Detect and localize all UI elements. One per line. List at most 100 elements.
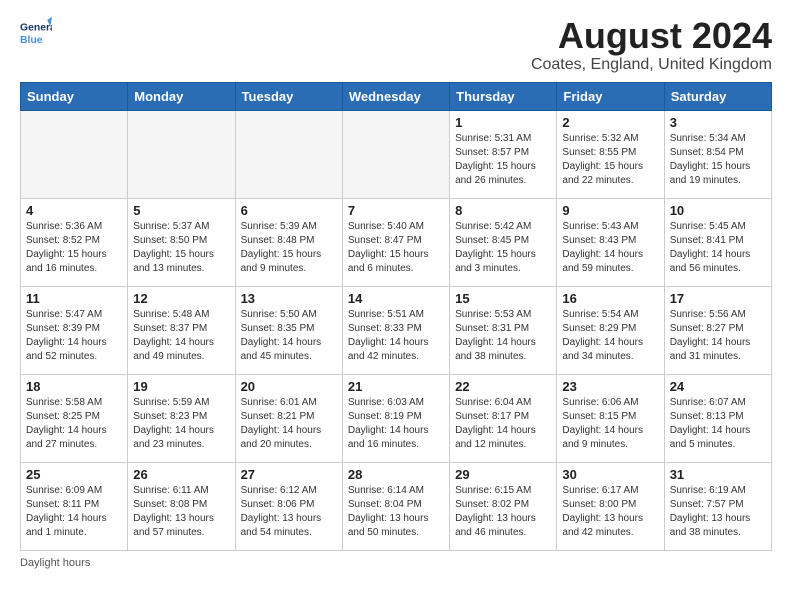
day-number: 5 bbox=[133, 203, 229, 218]
calendar-day-cell: 29Sunrise: 6:15 AM Sunset: 8:02 PM Dayli… bbox=[450, 462, 557, 550]
day-info: Sunrise: 5:42 AM Sunset: 8:45 PM Dayligh… bbox=[455, 220, 551, 276]
calendar-day-cell: 5Sunrise: 5:37 AM Sunset: 8:50 PM Daylig… bbox=[128, 198, 235, 286]
calendar-week-row: 18 Sunrise: 5:58 AM Sunset: 8:25 PM Dayli… bbox=[21, 374, 772, 462]
day-number: 17 bbox=[670, 291, 766, 306]
calendar-day-cell: 15Sunrise: 5:53 AM Sunset: 8:31 PM Dayli… bbox=[450, 286, 557, 374]
day-number: 1 bbox=[455, 115, 551, 130]
day-number: 11 bbox=[26, 291, 122, 306]
header: GeneralBlue August 2024 Coates, England,… bbox=[20, 16, 772, 74]
calendar-day-header: Monday bbox=[128, 82, 235, 110]
day-number: 18 bbox=[26, 379, 122, 394]
calendar-day-cell: 17 Sunrise: 5:56 AM Sunset: 8:27 PM Dayli… bbox=[664, 286, 771, 374]
day-number: 24 bbox=[670, 379, 766, 394]
calendar-week-row: 11 Sunrise: 5:47 AM Sunset: 8:39 PM Dayli… bbox=[21, 286, 772, 374]
day-number: 6 bbox=[241, 203, 337, 218]
day-info: Sunrise: 5:56 AM Sunset: 8:27 PM Dayligh… bbox=[670, 308, 766, 364]
day-info: Sunrise: 6:07 AM Sunset: 8:13 PM Dayligh… bbox=[670, 396, 766, 452]
logo-icon: GeneralBlue bbox=[20, 16, 52, 48]
day-info: Sunrise: 6:12 AM Sunset: 8:06 PM Dayligh… bbox=[241, 484, 337, 540]
daylight-label: Daylight hours bbox=[20, 557, 90, 569]
calendar-day-cell bbox=[128, 110, 235, 198]
calendar-day-cell: 4 Sunrise: 5:36 AM Sunset: 8:52 PM Daylig… bbox=[21, 198, 128, 286]
day-info: Sunrise: 6:19 AM Sunset: 7:57 PM Dayligh… bbox=[670, 484, 766, 540]
day-number: 25 bbox=[26, 467, 122, 482]
day-number: 15 bbox=[455, 291, 551, 306]
day-info: Sunrise: 5:40 AM Sunset: 8:47 PM Dayligh… bbox=[348, 220, 444, 276]
calendar-day-cell bbox=[235, 110, 342, 198]
svg-text:General: General bbox=[20, 22, 52, 33]
calendar-day-cell: 20 Sunrise: 6:01 AM Sunset: 8:21 PM Dayli… bbox=[235, 374, 342, 462]
calendar-day-cell: 13 Sunrise: 5:50 AM Sunset: 8:35 PM Dayli… bbox=[235, 286, 342, 374]
calendar-day-header: Thursday bbox=[450, 82, 557, 110]
day-number: 20 bbox=[241, 379, 337, 394]
day-info: Sunrise: 6:14 AM Sunset: 8:04 PM Dayligh… bbox=[348, 484, 444, 540]
day-info: Sunrise: 5:32 AM Sunset: 8:55 PM Dayligh… bbox=[562, 132, 658, 188]
day-info: Sunrise: 5:45 AM Sunset: 8:41 PM Dayligh… bbox=[670, 220, 766, 276]
calendar-day-cell: 16 Sunrise: 5:54 AM Sunset: 8:29 PM Dayli… bbox=[557, 286, 664, 374]
day-info: Sunrise: 6:03 AM Sunset: 8:19 PM Dayligh… bbox=[348, 396, 444, 452]
day-number: 31 bbox=[670, 467, 766, 482]
day-number: 23 bbox=[562, 379, 658, 394]
calendar-table: SundayMondayTuesdayWednesdayThursdayFrid… bbox=[20, 82, 772, 551]
day-info: Sunrise: 5:54 AM Sunset: 8:29 PM Dayligh… bbox=[562, 308, 658, 364]
day-number: 26 bbox=[133, 467, 229, 482]
day-number: 19 bbox=[133, 379, 229, 394]
day-number: 30 bbox=[562, 467, 658, 482]
calendar-day-cell: 12 Sunrise: 5:48 AM Sunset: 8:37 PM Dayli… bbox=[128, 286, 235, 374]
calendar-day-cell: 22 Sunrise: 6:04 AM Sunset: 8:17 PM Dayli… bbox=[450, 374, 557, 462]
calendar-day-cell: 18 Sunrise: 5:58 AM Sunset: 8:25 PM Dayli… bbox=[21, 374, 128, 462]
day-info: Sunrise: 6:06 AM Sunset: 8:15 PM Dayligh… bbox=[562, 396, 658, 452]
day-info: Sunrise: 6:11 AM Sunset: 8:08 PM Dayligh… bbox=[133, 484, 229, 540]
calendar-day-cell: 19Sunrise: 5:59 AM Sunset: 8:23 PM Dayli… bbox=[128, 374, 235, 462]
calendar-day-cell: 25Sunrise: 6:09 AM Sunset: 8:11 PM Dayli… bbox=[21, 462, 128, 550]
day-number: 22 bbox=[455, 379, 551, 394]
calendar-day-cell: 14Sunrise: 5:51 AM Sunset: 8:33 PM Dayli… bbox=[342, 286, 449, 374]
day-info: Sunrise: 6:15 AM Sunset: 8:02 PM Dayligh… bbox=[455, 484, 551, 540]
calendar-day-header: Friday bbox=[557, 82, 664, 110]
calendar-week-row: 25Sunrise: 6:09 AM Sunset: 8:11 PM Dayli… bbox=[21, 462, 772, 550]
day-number: 13 bbox=[241, 291, 337, 306]
location-subtitle: Coates, England, United Kingdom bbox=[531, 56, 772, 74]
page: GeneralBlue August 2024 Coates, England,… bbox=[0, 0, 792, 581]
day-info: Sunrise: 5:36 AM Sunset: 8:52 PM Dayligh… bbox=[26, 220, 122, 276]
day-number: 8 bbox=[455, 203, 551, 218]
logo: GeneralBlue bbox=[20, 16, 52, 48]
day-info: Sunrise: 5:48 AM Sunset: 8:37 PM Dayligh… bbox=[133, 308, 229, 364]
calendar-day-cell: 27 Sunrise: 6:12 AM Sunset: 8:06 PM Dayli… bbox=[235, 462, 342, 550]
calendar-day-cell bbox=[342, 110, 449, 198]
day-number: 7 bbox=[348, 203, 444, 218]
calendar-day-cell bbox=[21, 110, 128, 198]
day-info: Sunrise: 5:31 AM Sunset: 8:57 PM Dayligh… bbox=[455, 132, 551, 188]
day-number: 9 bbox=[562, 203, 658, 218]
calendar-day-cell: 24 Sunrise: 6:07 AM Sunset: 8:13 PM Dayli… bbox=[664, 374, 771, 462]
day-info: Sunrise: 5:51 AM Sunset: 8:33 PM Dayligh… bbox=[348, 308, 444, 364]
calendar-day-cell: 1 Sunrise: 5:31 AM Sunset: 8:57 PM Daylig… bbox=[450, 110, 557, 198]
day-info: Sunrise: 6:01 AM Sunset: 8:21 PM Dayligh… bbox=[241, 396, 337, 452]
day-number: 3 bbox=[670, 115, 766, 130]
day-number: 16 bbox=[562, 291, 658, 306]
calendar-week-row: 1 Sunrise: 5:31 AM Sunset: 8:57 PM Daylig… bbox=[21, 110, 772, 198]
calendar-day-header: Saturday bbox=[664, 82, 771, 110]
calendar-day-cell: 26 Sunrise: 6:11 AM Sunset: 8:08 PM Dayli… bbox=[128, 462, 235, 550]
day-number: 27 bbox=[241, 467, 337, 482]
calendar-day-header: Wednesday bbox=[342, 82, 449, 110]
calendar-day-cell: 2 Sunrise: 5:32 AM Sunset: 8:55 PM Daylig… bbox=[557, 110, 664, 198]
day-info: Sunrise: 6:04 AM Sunset: 8:17 PM Dayligh… bbox=[455, 396, 551, 452]
day-info: Sunrise: 5:58 AM Sunset: 8:25 PM Dayligh… bbox=[26, 396, 122, 452]
calendar-day-cell: 21Sunrise: 6:03 AM Sunset: 8:19 PM Dayli… bbox=[342, 374, 449, 462]
title-block: August 2024 Coates, England, United King… bbox=[531, 16, 772, 74]
day-info: Sunrise: 5:50 AM Sunset: 8:35 PM Dayligh… bbox=[241, 308, 337, 364]
calendar-day-cell: 23 Sunrise: 6:06 AM Sunset: 8:15 PM Dayli… bbox=[557, 374, 664, 462]
calendar-day-cell: 8 Sunrise: 5:42 AM Sunset: 8:45 PM Daylig… bbox=[450, 198, 557, 286]
calendar-day-cell: 11 Sunrise: 5:47 AM Sunset: 8:39 PM Dayli… bbox=[21, 286, 128, 374]
day-number: 2 bbox=[562, 115, 658, 130]
day-info: Sunrise: 5:47 AM Sunset: 8:39 PM Dayligh… bbox=[26, 308, 122, 364]
day-info: Sunrise: 5:39 AM Sunset: 8:48 PM Dayligh… bbox=[241, 220, 337, 276]
calendar-day-cell: 30Sunrise: 6:17 AM Sunset: 8:00 PM Dayli… bbox=[557, 462, 664, 550]
month-year-title: August 2024 bbox=[531, 16, 772, 56]
calendar-day-cell: 3Sunrise: 5:34 AM Sunset: 8:54 PM Daylig… bbox=[664, 110, 771, 198]
day-number: 4 bbox=[26, 203, 122, 218]
day-number: 28 bbox=[348, 467, 444, 482]
calendar-week-row: 4 Sunrise: 5:36 AM Sunset: 8:52 PM Daylig… bbox=[21, 198, 772, 286]
day-number: 12 bbox=[133, 291, 229, 306]
